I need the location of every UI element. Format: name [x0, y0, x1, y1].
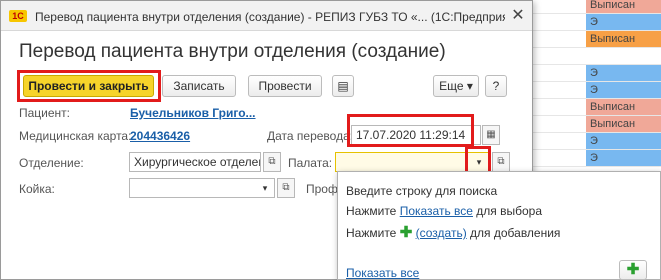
- medical-card-link[interactable]: 204436426: [130, 129, 190, 143]
- window-titlebar: 1С Перевод пациента внутри отделения (со…: [1, 1, 532, 31]
- open-icon[interactable]: ⧉: [492, 152, 510, 172]
- help-button[interactable]: ?: [485, 75, 507, 97]
- open-icon[interactable]: ⧉: [277, 178, 295, 198]
- status-badge: Э: [586, 133, 661, 149]
- hint-text: Нажмите: [346, 204, 400, 218]
- window-title: Перевод пациента внутри отделения (созда…: [35, 10, 505, 24]
- ward-field[interactable]: [335, 152, 490, 172]
- form-title: Перевод пациента внутри отделения (созда…: [19, 41, 446, 62]
- patient-link[interactable]: Бучельников Григо...: [130, 106, 256, 120]
- status-badge: Выписан: [586, 0, 661, 13]
- status-badge: Э: [586, 150, 661, 166]
- plus-icon: ✚: [399, 224, 413, 241]
- status-badge: Э: [586, 14, 661, 30]
- popup-create-hint: Нажмите ✚ (создать) для добавления: [346, 223, 560, 241]
- status-badge: Э: [586, 65, 661, 81]
- hint-text: для добавления: [466, 226, 561, 240]
- ward-search-popup: Введите строку для поиска Нажмите Показа…: [337, 171, 661, 280]
- bed-label: Койка:: [19, 182, 55, 196]
- department-field[interactable]: Хирургическое отделени: [129, 152, 261, 172]
- hint-text: для выбора: [472, 204, 543, 218]
- transfer-date-label: Дата перевода:: [267, 129, 354, 143]
- chevron-down-icon[interactable]: ▾: [257, 179, 273, 197]
- app-logo-icon: 1С: [9, 10, 27, 22]
- post-button[interactable]: Провести: [248, 75, 322, 97]
- create-link[interactable]: (создать): [416, 226, 467, 240]
- patient-label: Пациент:: [19, 106, 71, 120]
- status-badge: Выписан: [586, 31, 661, 47]
- show-all-footer-link[interactable]: Показать все: [346, 266, 419, 280]
- transfer-date-field[interactable]: 17.07.2020 11:29:14: [351, 125, 481, 145]
- hint-text: Нажмите: [346, 226, 400, 240]
- calendar-icon[interactable]: ▦: [482, 125, 500, 145]
- show-all-link[interactable]: Показать все: [400, 204, 473, 218]
- status-badge: Э: [586, 82, 661, 98]
- close-icon[interactable]: ✕: [509, 7, 527, 25]
- status-badge: [586, 48, 661, 64]
- status-badge: Выписан: [586, 99, 661, 115]
- department-label: Отделение:: [19, 156, 84, 170]
- add-button[interactable]: ✚: [619, 260, 647, 280]
- write-button[interactable]: Записать: [162, 75, 236, 97]
- medical-card-label: Медицинская карта:: [19, 129, 132, 143]
- list-icon[interactable]: ▤: [332, 75, 354, 97]
- more-button[interactable]: Еще ▾: [433, 75, 479, 97]
- status-badge: Выписан: [586, 116, 661, 132]
- open-icon[interactable]: ⧉: [263, 152, 281, 172]
- post-and-close-button[interactable]: Провести и закрыть: [23, 75, 154, 97]
- chevron-down-icon[interactable]: ▾: [471, 153, 487, 171]
- popup-hint: Введите строку для поиска: [346, 184, 498, 198]
- popup-show-all-hint: Нажмите Показать все для выбора: [346, 204, 542, 218]
- bed-field[interactable]: [129, 178, 275, 198]
- ward-label: Палата:: [288, 156, 333, 170]
